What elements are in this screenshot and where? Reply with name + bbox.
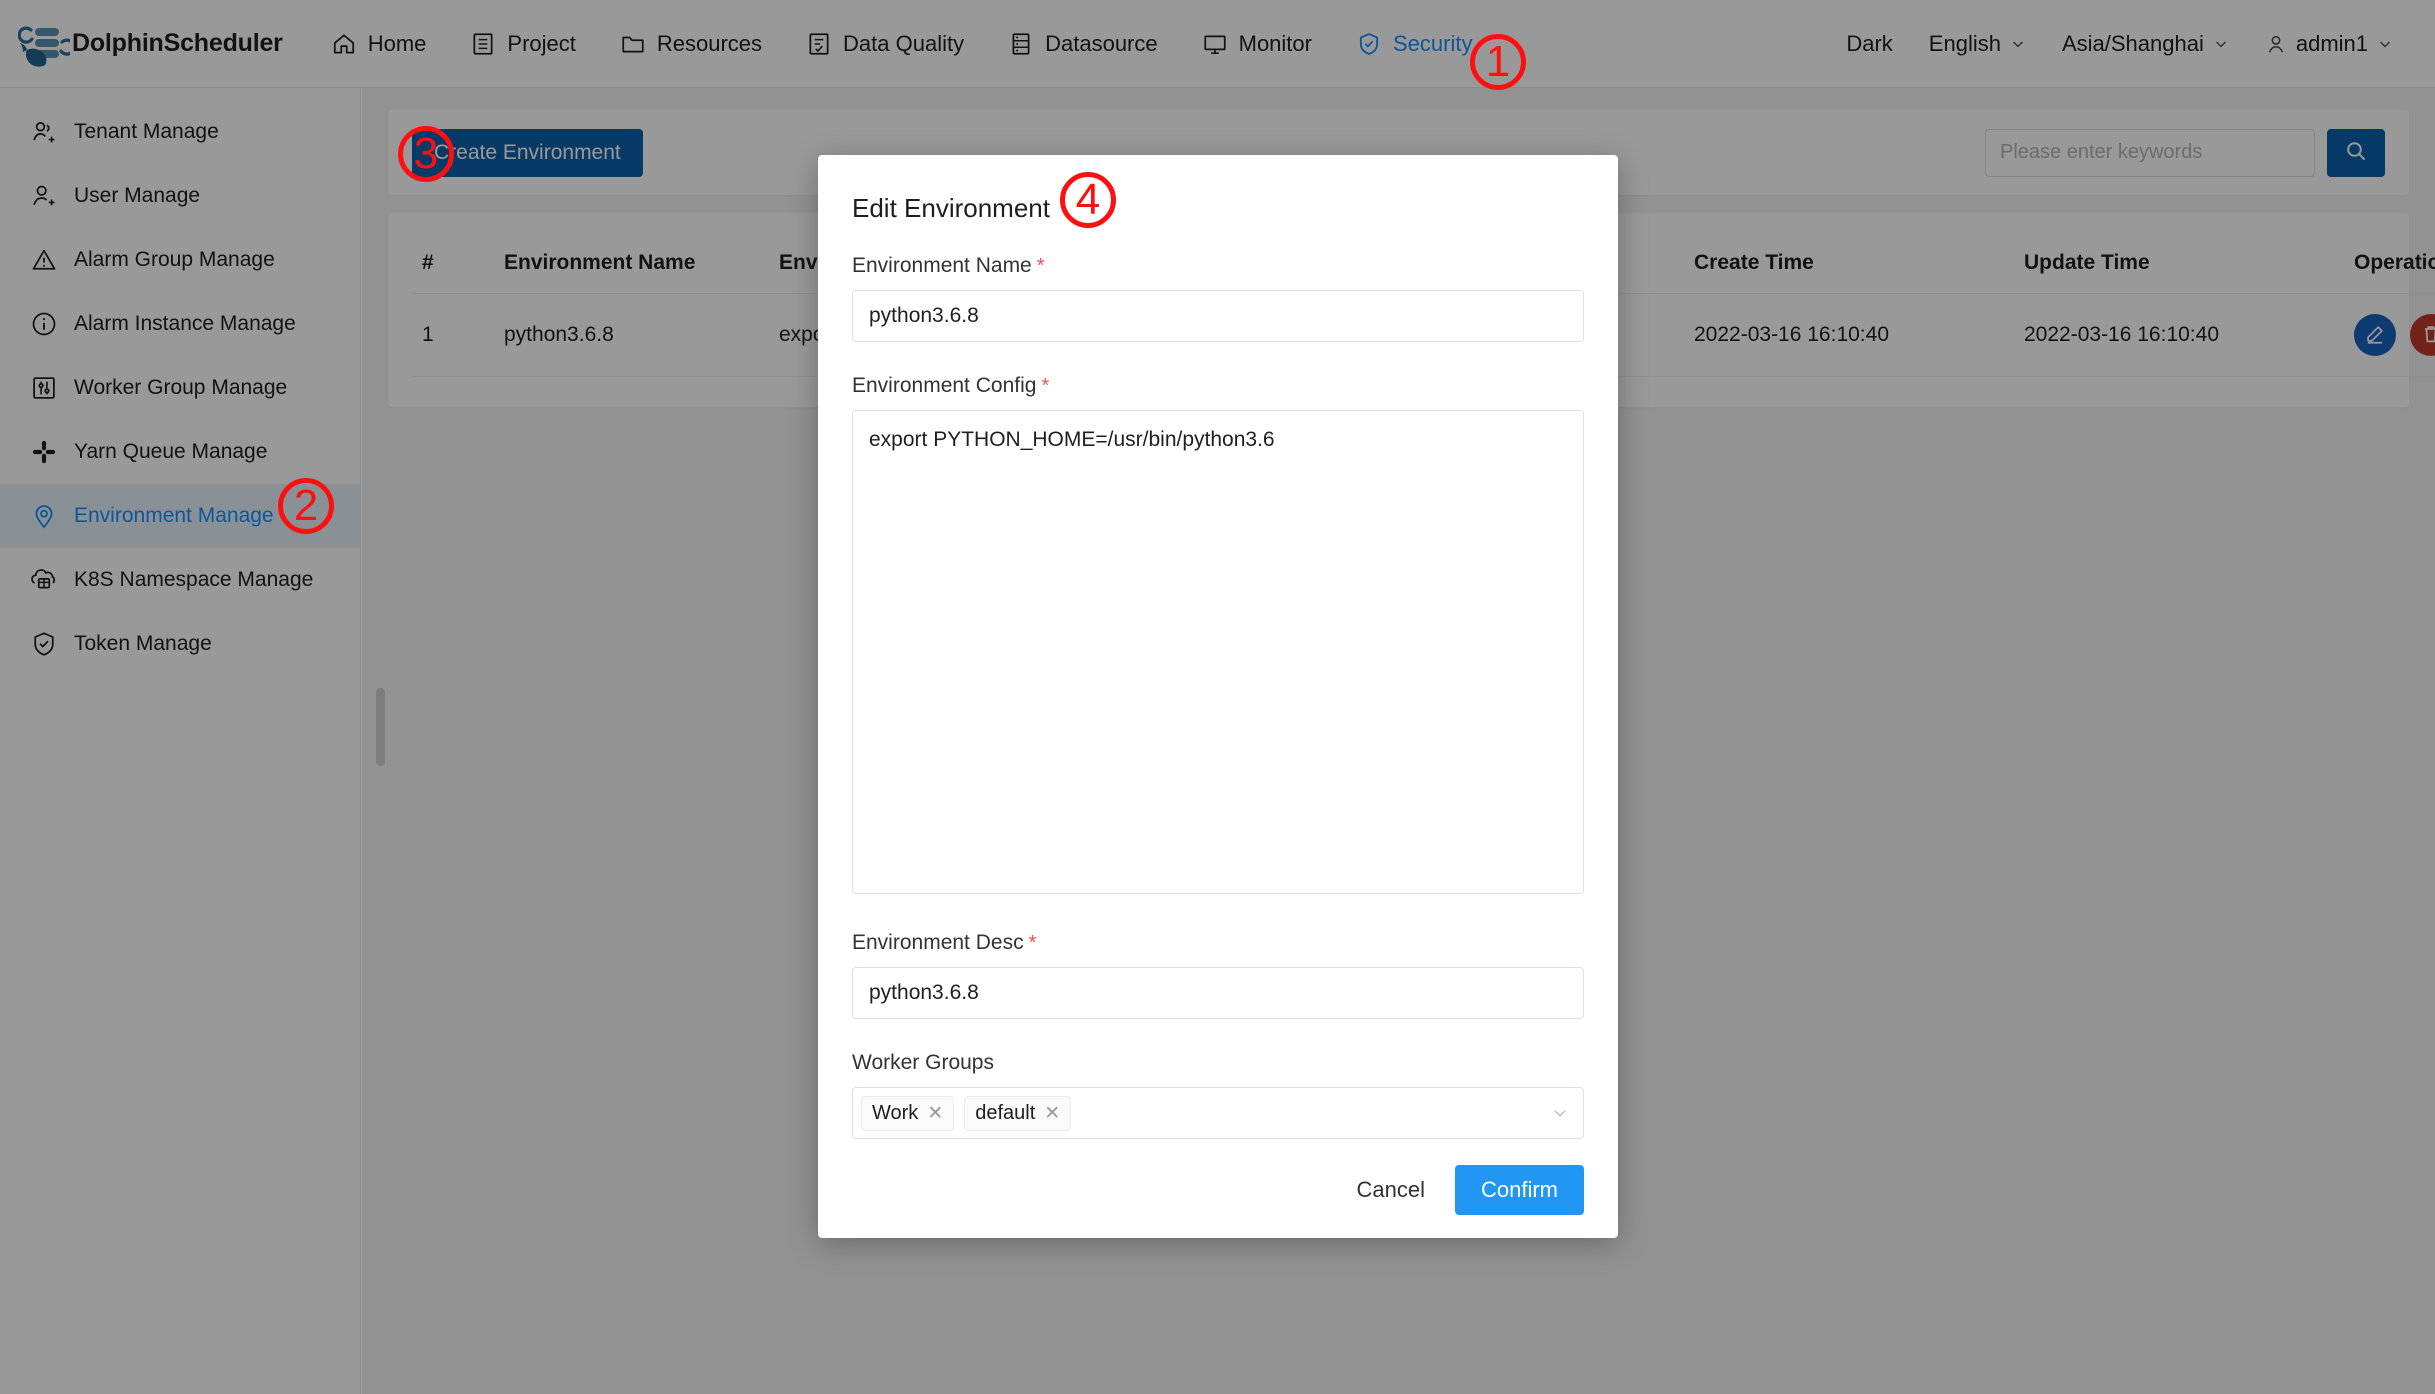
annotation-marker-2: 2: [278, 478, 334, 534]
field-environment-name: Environment Name *: [852, 254, 1584, 342]
chip-label: Work: [872, 1101, 919, 1124]
label-text: Environment Desc: [852, 931, 1024, 954]
label-environment-config: Environment Config *: [852, 374, 1584, 398]
environment-config-textarea[interactable]: export PYTHON_HOME=/usr/bin/python3.6: [852, 410, 1584, 894]
environment-name-input[interactable]: [852, 290, 1584, 342]
field-worker-groups: Worker Groups Work ✕ default ✕: [852, 1051, 1584, 1139]
label-environment-desc: Environment Desc *: [852, 931, 1584, 955]
required-marker: *: [1036, 255, 1045, 277]
worker-groups-multiselect[interactable]: Work ✕ default ✕: [852, 1087, 1584, 1139]
label-worker-groups: Worker Groups: [852, 1051, 994, 1074]
label-text: Environment Name: [852, 254, 1032, 277]
chevron-down-icon[interactable]: [1551, 1104, 1569, 1122]
annotation-marker-3: 3: [398, 126, 454, 182]
annotation-marker-1: 1: [1470, 34, 1526, 90]
required-marker: *: [1041, 375, 1050, 397]
dialog-title: Edit Environment: [852, 193, 1050, 223]
required-marker: *: [1028, 932, 1037, 954]
close-icon[interactable]: ✕: [1044, 1104, 1060, 1123]
worker-group-chip[interactable]: default ✕: [964, 1095, 1072, 1131]
field-environment-desc: Environment Desc *: [852, 931, 1584, 1019]
content-scrollbar-thumb[interactable]: [376, 688, 385, 766]
chip-label: default: [975, 1101, 1036, 1124]
field-environment-config: Environment Config * export PYTHON_HOME=/…: [852, 374, 1584, 899]
confirm-button[interactable]: Confirm: [1454, 1165, 1584, 1215]
environment-desc-input[interactable]: [852, 967, 1584, 1019]
annotation-marker-4: 4: [1060, 172, 1116, 228]
label-text: Environment Config: [852, 374, 1037, 397]
label-environment-name: Environment Name *: [852, 254, 1584, 278]
close-icon[interactable]: ✕: [927, 1104, 943, 1123]
edit-environment-dialog: Edit Environment Environment Name* Envir…: [818, 155, 1618, 1238]
cancel-button[interactable]: Cancel: [1339, 1165, 1443, 1215]
dialog-footer: Cancel Confirm: [818, 1142, 1618, 1238]
worker-group-chip[interactable]: Work ✕: [861, 1095, 955, 1131]
